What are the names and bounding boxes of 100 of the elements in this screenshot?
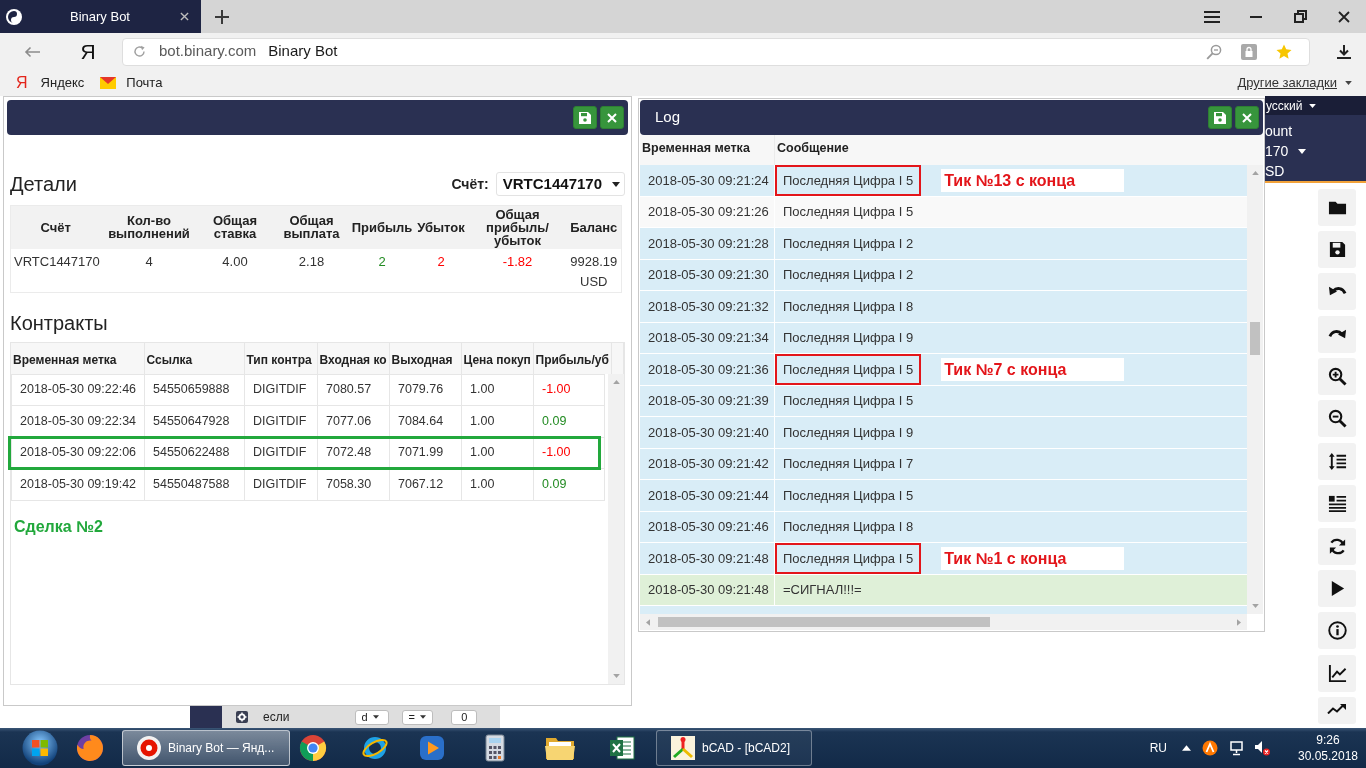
- bookmarks-menu[interactable]: Другие закладки: [1237, 73, 1352, 93]
- browser-logo[interactable]: Я: [80, 41, 96, 62]
- input-field[interactable]: 0: [451, 709, 478, 725]
- scrollbar-thumb[interactable]: [1250, 322, 1260, 355]
- log-time: 2018-05-30 09:21:42: [640, 448, 775, 479]
- toolbar-button[interactable]: [1318, 230, 1356, 268]
- toolbar-button[interactable]: [1318, 654, 1356, 692]
- reload-icon[interactable]: [133, 45, 146, 58]
- address-field[interactable]: bot.binary.com Binary Bot: [122, 37, 1310, 66]
- close-icon: [1242, 112, 1252, 123]
- language-indicator[interactable]: RU: [1149, 739, 1167, 757]
- log-message: Последняя Цифра I 2: [782, 234, 915, 253]
- minimize-icon[interactable]: [1250, 15, 1262, 18]
- table-cell: -1.00: [542, 445, 571, 460]
- save-button[interactable]: [573, 106, 597, 129]
- vertical-scrollbar[interactable]: [1247, 165, 1263, 614]
- save-icon: [579, 111, 591, 124]
- show-hidden-icon[interactable]: [1182, 745, 1191, 751]
- toolbar-button[interactable]: [1318, 273, 1356, 311]
- close-icon[interactable]: [180, 12, 189, 21]
- log-time: 2018-05-30 09:21:48: [640, 543, 775, 574]
- annotation-note: Тик №13 с конца: [941, 168, 1125, 192]
- log-time: 2018-05-30 09:21:36: [640, 354, 775, 385]
- dropdown-field[interactable]: d: [355, 709, 390, 725]
- table-cell: 0.09: [542, 413, 567, 428]
- page-title-text: Binary Bot: [268, 41, 338, 62]
- table-cell: 54550647928: [153, 413, 230, 428]
- language-dropdown[interactable]: усский: [1265, 96, 1366, 115]
- table-cell: -1.00: [542, 382, 571, 397]
- tray-app-icon[interactable]: [1202, 740, 1218, 756]
- close-icon[interactable]: [1338, 10, 1350, 23]
- bookmark-link[interactable]: Я Яндекс: [16, 73, 85, 93]
- caret-icon: [612, 181, 620, 187]
- table-cell: 0.09: [542, 476, 567, 491]
- column-header: Прибыль/уб: [533, 342, 611, 374]
- toolbar-button[interactable]: [1318, 188, 1356, 226]
- toolbar-button[interactable]: [1318, 527, 1356, 565]
- close-button[interactable]: [600, 106, 624, 129]
- bookmark-link[interactable]: Почта: [100, 73, 163, 93]
- gear-icon[interactable]: [236, 711, 248, 723]
- table-cell: 1.00: [470, 445, 495, 460]
- log-message: Последняя Цифра I 5: [775, 165, 922, 196]
- taskbar-window-button[interactable]: Binary Bot — Янд...: [122, 730, 290, 766]
- play-icon[interactable]: [418, 734, 446, 762]
- table-cell: 7077.06: [326, 413, 372, 428]
- caret-icon: [372, 715, 379, 719]
- speaker-muted-icon[interactable]: [1254, 740, 1270, 756]
- column-header: Тип контра: [244, 342, 317, 374]
- toolbar-button[interactable]: [1318, 570, 1356, 607]
- log-message: Последняя Цифра I 2: [782, 266, 915, 284]
- horizontal-scrollbar[interactable]: [640, 614, 1247, 630]
- column-header: Баланс: [566, 205, 622, 249]
- search-icon[interactable]: [1206, 43, 1222, 60]
- download-icon[interactable]: [1337, 44, 1351, 59]
- table-cell: 2018-05-30 09:22:06: [20, 445, 137, 460]
- toolbar-button[interactable]: [1318, 485, 1356, 523]
- table-cell: 2.18: [272, 248, 351, 293]
- toolbar-button[interactable]: [1318, 442, 1356, 480]
- clock-time: 9:26: [1316, 732, 1340, 748]
- account-dropdown[interactable]: 170: [1265, 141, 1307, 161]
- envelope-icon: [100, 77, 117, 89]
- toolbar-button[interactable]: [1318, 315, 1356, 353]
- column-header: Общая ставка: [197, 205, 273, 249]
- table-cell: DIGITDIF: [253, 445, 307, 460]
- log-time: 2018-05-30 09:21:26: [640, 196, 775, 227]
- toolbar-button[interactable]: [1318, 697, 1356, 725]
- back-icon[interactable]: [24, 45, 40, 58]
- globe-icon[interactable]: [76, 734, 104, 762]
- close-button[interactable]: [1235, 106, 1259, 129]
- table-cell: 2: [413, 248, 469, 293]
- caret-icon: [419, 715, 426, 719]
- log-message: Последняя Цифра I 9: [782, 329, 915, 347]
- info-icon: [1327, 621, 1347, 641]
- plus-icon[interactable]: [215, 9, 229, 24]
- clock-date: 30.05.2018: [1297, 748, 1359, 764]
- toolbar-button[interactable]: [1318, 400, 1356, 438]
- block-label: если: [263, 709, 290, 726]
- table-cell: 2018-05-30 09:22:34: [20, 413, 137, 428]
- network-icon[interactable]: [1229, 740, 1245, 756]
- menu-icon[interactable]: [1204, 10, 1220, 23]
- orbit-icon[interactable]: [361, 734, 389, 762]
- round-logo-icon[interactable]: [299, 734, 327, 762]
- save-button[interactable]: [1208, 106, 1232, 129]
- toolbar-button[interactable]: [1318, 612, 1356, 650]
- table-cell: DIGITDIF: [253, 382, 307, 397]
- account-dropdown[interactable]: VRTC1447170: [495, 172, 625, 196]
- taskbar-window-button[interactable]: bCAD - [bCAD2]: [656, 730, 812, 766]
- round-logo-icon: [137, 736, 161, 760]
- dropdown-field[interactable]: =: [402, 709, 434, 725]
- star-icon[interactable]: [1276, 43, 1292, 60]
- scrollbar-thumb[interactable]: [658, 617, 990, 627]
- column-header: Общая выплата: [272, 205, 351, 249]
- column-header: Счёт: [10, 205, 101, 249]
- browser-tab[interactable]: Binary Bot: [0, 0, 201, 33]
- spreadsheet-icon[interactable]: [608, 734, 636, 762]
- log-message: Последняя Цифра I 9: [782, 423, 915, 442]
- start-menu-icon[interactable]: [22, 730, 58, 766]
- caret-icon: [1308, 103, 1316, 108]
- toolbar-button[interactable]: [1318, 358, 1356, 396]
- restore-icon[interactable]: [1293, 10, 1307, 23]
